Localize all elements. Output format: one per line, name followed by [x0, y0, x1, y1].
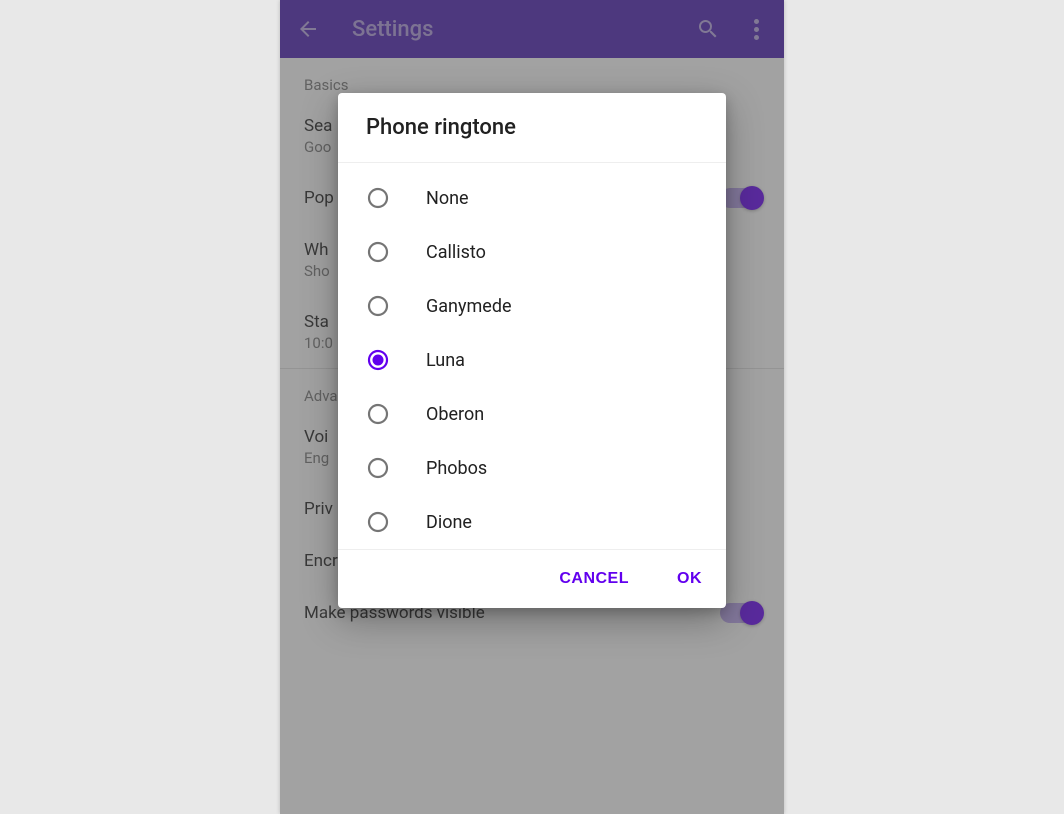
dialog-title: Phone ringtone [338, 93, 726, 163]
radio-icon [366, 510, 390, 534]
radio-icon [366, 294, 390, 318]
cancel-button[interactable]: CANCEL [555, 562, 633, 596]
ringtone-label: None [426, 188, 469, 209]
radio-icon [366, 402, 390, 426]
radio-icon [366, 348, 390, 372]
ringtone-option[interactable]: None [338, 171, 726, 225]
ringtone-label: Callisto [426, 242, 486, 263]
radio-icon [366, 240, 390, 264]
dialog-actions: CANCEL OK [338, 549, 726, 608]
ringtone-option[interactable]: Luna [338, 333, 726, 387]
ok-button[interactable]: OK [673, 562, 706, 596]
ringtone-label: Oberon [426, 404, 484, 425]
ringtone-label: Phobos [426, 458, 487, 479]
ringtone-option[interactable]: Oberon [338, 387, 726, 441]
ringtone-option[interactable]: Callisto [338, 225, 726, 279]
ringtone-list[interactable]: None Callisto Ganymede Luna Oberon Phobos Dion… [338, 163, 726, 549]
ringtone-option[interactable]: Dione [338, 495, 726, 549]
ringtone-option[interactable]: Phobos [338, 441, 726, 495]
radio-icon [366, 456, 390, 480]
ringtone-dialog: Phone ringtone None Callisto Ganymede Luna O… [338, 93, 726, 608]
ringtone-label: Dione [426, 512, 472, 533]
ringtone-label: Luna [426, 350, 465, 371]
ringtone-label: Ganymede [426, 296, 512, 317]
ringtone-option[interactable]: Ganymede [338, 279, 726, 333]
radio-icon [366, 186, 390, 210]
